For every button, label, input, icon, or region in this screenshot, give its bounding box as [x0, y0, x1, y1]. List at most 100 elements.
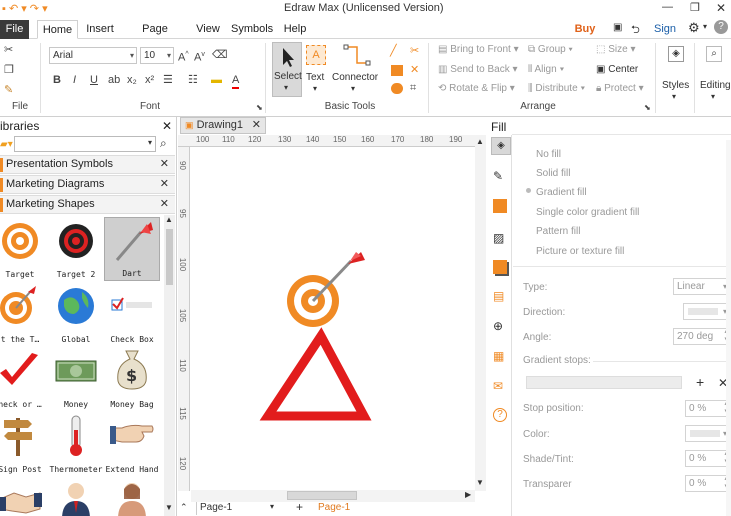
drawing-page[interactable] [191, 148, 475, 491]
align-button[interactable]: ⫴ Align ▾ [528, 64, 564, 75]
shape-hit-the-target[interactable]: t the T… [0, 282, 48, 346]
tab-page-layout[interactable]: Page Layout [125, 20, 185, 54]
category-marketing-diagrams[interactable]: Marketing Diagrams ✕ [0, 175, 175, 194]
cart-icon[interactable]: ▣ [613, 22, 622, 33]
font-name-select[interactable]: Arial ▾ [49, 47, 137, 64]
grow-font-icon[interactable]: A^ [178, 48, 189, 65]
fill-option-solid-fill[interactable]: Solid fill [536, 168, 570, 179]
tab-file[interactable]: File [0, 20, 29, 39]
category-marketing-shapes[interactable]: Marketing Shapes ✕ [0, 195, 175, 214]
shape-target-2[interactable]: Target 2 [48, 217, 104, 281]
underline-icon[interactable]: U [90, 73, 98, 87]
scroll-right-icon[interactable]: ▶ [465, 490, 471, 499]
help-icon[interactable]: ? [493, 408, 507, 422]
page-select[interactable]: Page-1 ▾ [196, 502, 278, 515]
fill-option-pattern-fill[interactable]: Pattern fill [536, 226, 580, 237]
shape-thermometer[interactable]: Thermometer [48, 412, 104, 476]
buy-now-link[interactable]: Buy Now [562, 20, 608, 54]
shape-businessman[interactable] [48, 477, 104, 516]
add-page-icon[interactable]: + [296, 500, 303, 514]
layers-icon[interactable] [493, 260, 507, 274]
quick-access-icons[interactable]: ▪ ↶ ▾ ↷ ▾ [2, 2, 62, 16]
new-icon[interactable]: ✂ [4, 43, 13, 57]
shape-sign-post[interactable]: Sign Post [0, 412, 48, 476]
share-icon[interactable]: ⮌ [631, 21, 640, 40]
shape-global[interactable]: Global [48, 282, 104, 346]
tab-symbols[interactable]: Symbols [231, 20, 273, 39]
type-select[interactable]: Linear ▾ [673, 278, 731, 295]
shape-check-or[interactable]: heck or … [0, 347, 48, 411]
clear-format-icon[interactable]: ⌫ [212, 48, 228, 62]
editing-button[interactable]: ⌕ Editing ▾ [698, 42, 731, 104]
target-with-dart[interactable] [287, 252, 365, 327]
add-stop-icon[interactable]: + [696, 374, 704, 390]
group-button[interactable]: ⧉ Group ▾ [528, 44, 573, 55]
fill-option-picture-texture[interactable]: Picture or texture fill [536, 246, 624, 257]
bring-to-front-button[interactable]: ▤ Bring to Front ▾ [438, 44, 519, 55]
tab-view[interactable]: View [193, 20, 223, 39]
document-icon[interactable]: ▤ [493, 289, 504, 303]
shape-businesswoman[interactable] [104, 477, 160, 516]
canvas-horizontal-scrollbar[interactable]: ▶ [191, 490, 475, 502]
scroll-up-icon[interactable]: ▲ [476, 137, 484, 146]
library-scrollbar[interactable]: ▲ ▼ [164, 215, 175, 516]
distribute-button[interactable]: ⫼ Distribute ▾ [528, 83, 585, 94]
shadow-icon[interactable] [493, 199, 507, 213]
font-size-select[interactable]: 10 ▾ [140, 47, 174, 64]
format-painter-icon[interactable]: ✎ [4, 83, 13, 97]
rotate-flip-button[interactable]: ⟲ Rotate & Flip ▾ [438, 83, 515, 94]
fill-icon[interactable]: ◈ [491, 137, 511, 155]
gear-icon[interactable]: ⚙ [688, 20, 700, 36]
crop-icon[interactable]: ⌗ [410, 81, 416, 95]
bold-icon[interactable]: B [53, 73, 61, 87]
category-presentation-symbols[interactable]: Presentation Symbols ✕ [0, 155, 175, 174]
shape-dart[interactable]: Dart [104, 217, 160, 281]
library-search-input[interactable]: ▾ [14, 136, 156, 152]
angle-input[interactable]: 270 deg▴▾ [673, 328, 731, 345]
active-page-tab[interactable]: Page-1 [318, 502, 350, 513]
shape-money-bag[interactable]: $ Money Bag [104, 347, 160, 411]
scroll-up-icon[interactable]: ▲ [165, 215, 173, 224]
close-window-icon[interactable]: ✕ [716, 1, 726, 15]
document-tab[interactable]: ▣ Drawing1 ✕ [180, 117, 266, 134]
font-color-icon[interactable]: A [232, 73, 240, 89]
tab-insert[interactable]: Insert [83, 20, 117, 39]
fill-option-gradient-fill[interactable]: Gradient fill [536, 187, 587, 198]
center-button[interactable]: ▣ Center [596, 64, 638, 75]
superscript-icon[interactable]: x² [145, 73, 154, 87]
shape-target[interactable]: Target [0, 217, 48, 281]
line-icon[interactable]: ╱ [390, 44, 397, 58]
fill-option-no-fill[interactable]: No fill [536, 149, 561, 160]
close-icon[interactable]: ✕ [160, 196, 169, 213]
hyperlink-icon[interactable]: ⊕ [493, 319, 503, 333]
folder-icon[interactable]: ▰▾ [0, 139, 13, 150]
image-icon[interactable]: ▨ [493, 231, 504, 245]
shape-handshake[interactable] [0, 477, 48, 516]
close-icon[interactable]: ✕ [252, 118, 261, 133]
connector-tool-button[interactable]: Connector ▾ [332, 42, 380, 97]
close-icon[interactable]: ✕ [162, 119, 172, 133]
tab-home[interactable]: Home [37, 20, 78, 39]
tab-help[interactable]: Help [281, 20, 309, 39]
close-icon[interactable]: ✕ [160, 156, 169, 173]
color-select[interactable]: ▾ [685, 425, 731, 442]
shape-check-box[interactable]: Check Box [104, 282, 160, 346]
minimize-icon[interactable]: — [662, 1, 673, 13]
transparency-input[interactable]: 0 %▴▾ [685, 475, 731, 492]
dialog-launcher-icon[interactable]: ⬊ [256, 101, 263, 115]
strikethrough-icon[interactable]: ab [108, 73, 120, 87]
shade-tint-input[interactable]: 0 %▴▾ [685, 450, 731, 467]
search-icon[interactable]: ⌕ [160, 136, 167, 151]
select-tool-button[interactable]: Select ▾ [272, 42, 302, 97]
scissors-icon[interactable]: ✂ [410, 44, 419, 58]
help-icon[interactable]: ? [714, 20, 728, 34]
fill-panel-scrollbar[interactable] [726, 140, 731, 516]
bullets-icon[interactable]: ☰ [163, 73, 173, 87]
text-tool-button[interactable]: A Text ▾ [304, 42, 330, 97]
shrink-font-icon[interactable]: Av [194, 48, 205, 65]
gradient-stops-bar[interactable] [526, 376, 682, 389]
subscript-icon[interactable]: x₂ [127, 73, 137, 87]
numbering-icon[interactable]: ☷ [188, 73, 198, 87]
dialog-launcher-icon[interactable]: ⬊ [644, 101, 651, 115]
fill-option-single-color-gradient[interactable]: Single color gradient fill [536, 207, 639, 218]
